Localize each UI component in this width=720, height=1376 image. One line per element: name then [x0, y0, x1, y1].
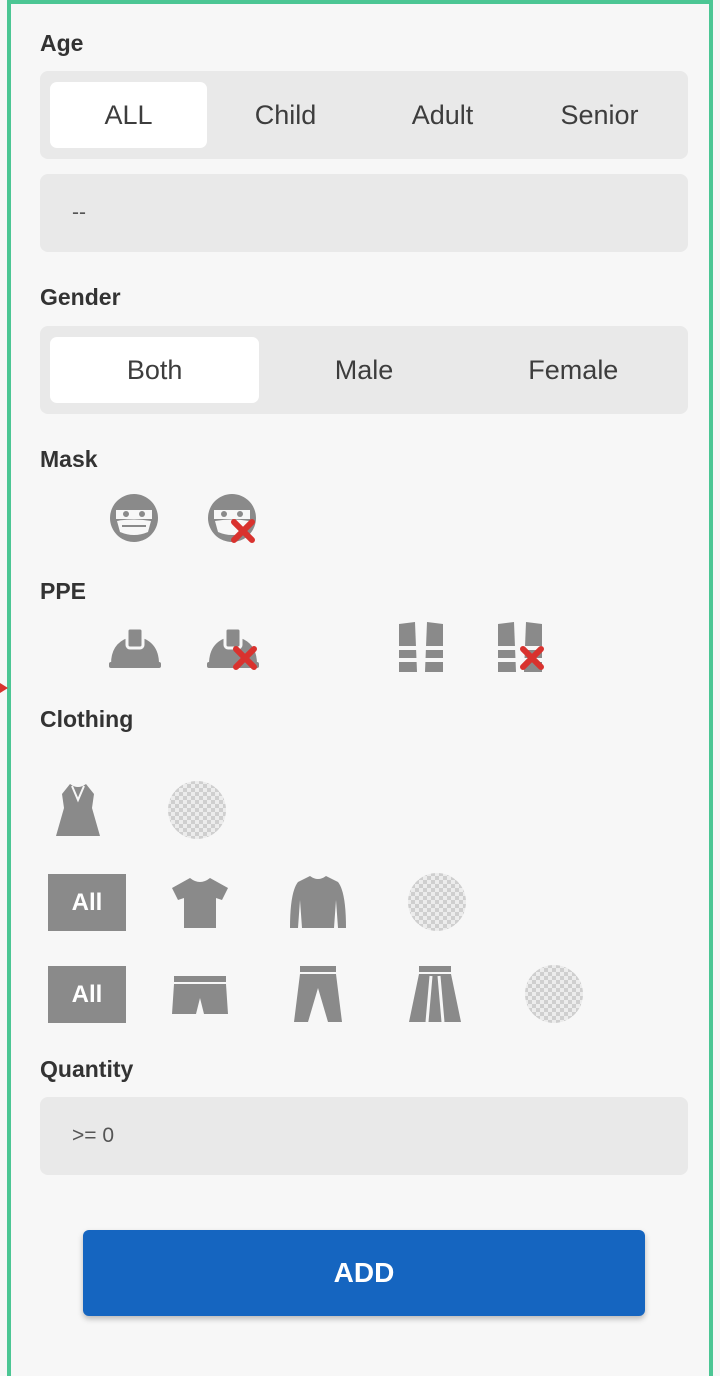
- age-option-senior[interactable]: Senior: [521, 82, 678, 148]
- trousers-icon[interactable]: [288, 964, 348, 1024]
- mask-off-icon[interactable]: [202, 488, 262, 548]
- shorts-icon[interactable]: [170, 964, 230, 1024]
- gender-label: Gender: [40, 284, 121, 310]
- gender-option-female[interactable]: Female: [469, 337, 678, 403]
- age-label: Age: [40, 30, 84, 56]
- skirt-icon[interactable]: [405, 964, 465, 1024]
- tshirt-icon[interactable]: [170, 872, 230, 932]
- gender-option-both[interactable]: Both: [50, 337, 260, 403]
- add-button[interactable]: ADD: [83, 1230, 645, 1316]
- age-option-all[interactable]: ALL: [50, 82, 207, 148]
- edge-marker: [0, 683, 8, 693]
- mask-on-icon[interactable]: [104, 488, 164, 548]
- age-option-child[interactable]: Child: [207, 82, 364, 148]
- lower-all-button[interactable]: All: [48, 966, 126, 1023]
- long-sleeve-icon[interactable]: [288, 872, 348, 932]
- gender-option-male[interactable]: Male: [259, 337, 468, 403]
- quantity-field: [40, 1097, 688, 1175]
- age-segmented-control: ALL Child Adult Senior: [40, 71, 688, 159]
- gender-segmented-control: Both Male Female: [40, 326, 688, 414]
- upper-all-button[interactable]: All: [48, 874, 126, 931]
- age-option-adult[interactable]: Adult: [364, 82, 521, 148]
- any-full-body-icon[interactable]: [167, 780, 227, 840]
- any-upper-icon[interactable]: [407, 872, 467, 932]
- dress-icon[interactable]: [48, 780, 108, 840]
- ppe-label: PPE: [40, 578, 87, 604]
- no-safety-vest-icon[interactable]: [490, 616, 550, 676]
- hardhat-icon[interactable]: [105, 618, 165, 678]
- any-lower-icon[interactable]: [524, 964, 584, 1024]
- clothing-label: Clothing: [40, 706, 134, 732]
- quantity-label: Quantity: [40, 1056, 134, 1082]
- age-range-input[interactable]: [70, 200, 658, 226]
- mask-label: Mask: [40, 446, 98, 472]
- quantity-input[interactable]: [70, 1123, 658, 1149]
- age-range-field: [40, 174, 688, 252]
- safety-vest-icon[interactable]: [391, 616, 451, 676]
- no-hardhat-icon[interactable]: [203, 618, 263, 678]
